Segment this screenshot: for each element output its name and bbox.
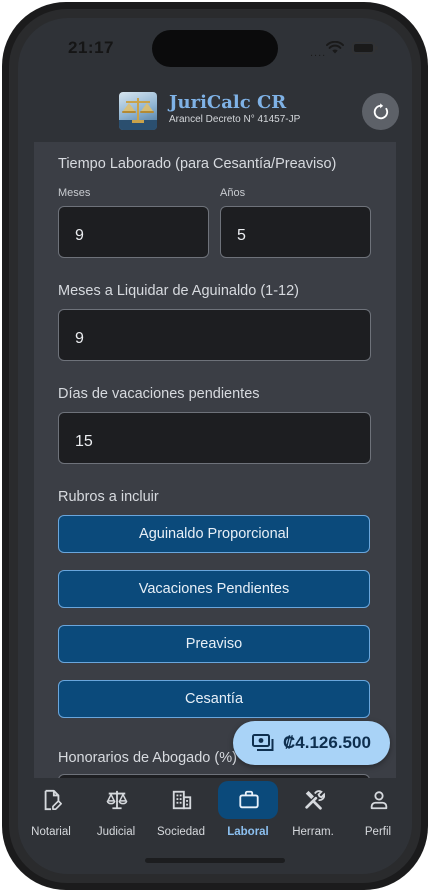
wifi-icon <box>326 41 344 54</box>
status-time: 21:17 <box>68 38 114 57</box>
app-title: JuriCalc CR <box>169 92 287 113</box>
meses-input[interactable]: 9 <box>58 206 209 258</box>
toggle-cesantia[interactable]: Cesantía <box>58 680 370 718</box>
document-edit-icon <box>44 789 62 811</box>
building-icon <box>172 790 192 810</box>
nav-item-herramientas[interactable]: Herram. <box>280 778 346 848</box>
nav-label-perfil: Perfil <box>364 826 392 838</box>
nav-item-sociedad[interactable]: Sociedad <box>148 778 214 848</box>
rubros-label: Rubros a incluir <box>58 489 159 505</box>
nav-label-judicial: Judicial <box>96 826 136 838</box>
dynamic-island <box>152 30 278 67</box>
nav-label-sociedad: Sociedad <box>157 826 205 838</box>
nav-label-laboral: Laboral <box>227 826 269 838</box>
app-screen: 21:17 .... JuriCalc CR Arancel Decreto N… <box>18 18 412 874</box>
nav-item-laboral[interactable]: Laboral <box>215 778 281 848</box>
honorarios-label: Honorarios de Abogado (%) <box>58 750 237 766</box>
app-header: JuriCalc CR Arancel Decreto N° 41457-JP <box>18 82 412 142</box>
total-amount: ₡4.126.500 <box>283 733 371 752</box>
aguinaldo-months-input[interactable]: 9 <box>58 309 371 361</box>
anios-input[interactable]: 5 <box>220 206 371 258</box>
laboral-form: Tiempo Laborado (para Cesantía/Preaviso)… <box>34 142 396 778</box>
bottom-nav: Notarial Judicial Sociedad Laboral Herra… <box>18 778 412 874</box>
toggle-preaviso[interactable]: Preaviso <box>58 625 370 663</box>
nav-item-judicial[interactable]: Judicial <box>83 778 149 848</box>
tools-icon <box>305 790 325 810</box>
vacaciones-label: Días de vacaciones pendientes <box>58 386 260 402</box>
total-fab[interactable]: ₡4.126.500 <box>233 721 390 765</box>
user-icon <box>370 791 388 810</box>
app-subtitle: Arancel Decreto N° 41457-JP <box>169 114 301 125</box>
phone-frame: 21:17 .... JuriCalc CR Arancel Decreto N… <box>0 0 430 892</box>
signal-icon: .... <box>310 47 327 59</box>
toggle-aguinaldo-proporcional[interactable]: Aguinaldo Proporcional <box>58 515 370 553</box>
money-icon <box>252 734 274 751</box>
tiempo-laborado-label: Tiempo Laborado (para Cesantía/Preaviso) <box>58 156 337 172</box>
scales-of-justice-logo <box>119 92 157 130</box>
scales-icon <box>106 790 128 810</box>
anios-label: Años <box>220 187 246 199</box>
meses-label: Meses <box>58 187 91 199</box>
aguinaldo-label: Meses a Liquidar de Aguinaldo (1-12) <box>58 283 300 299</box>
toggle-vacaciones-pendientes[interactable]: Vacaciones Pendientes <box>58 570 370 608</box>
refresh-icon <box>373 102 388 119</box>
nav-item-notarial[interactable]: Notarial <box>18 778 84 848</box>
briefcase-icon <box>239 790 259 809</box>
refresh-button[interactable] <box>362 93 399 130</box>
nav-item-perfil[interactable]: Perfil <box>345 778 411 848</box>
nav-label-notarial: Notarial <box>31 826 71 838</box>
vacation-days-input[interactable]: 15 <box>58 412 371 464</box>
home-indicator <box>145 858 285 863</box>
battery-icon <box>352 42 378 54</box>
status-bar: 21:17 .... <box>18 18 412 82</box>
nav-label-herramientas: Herram. <box>292 826 334 838</box>
